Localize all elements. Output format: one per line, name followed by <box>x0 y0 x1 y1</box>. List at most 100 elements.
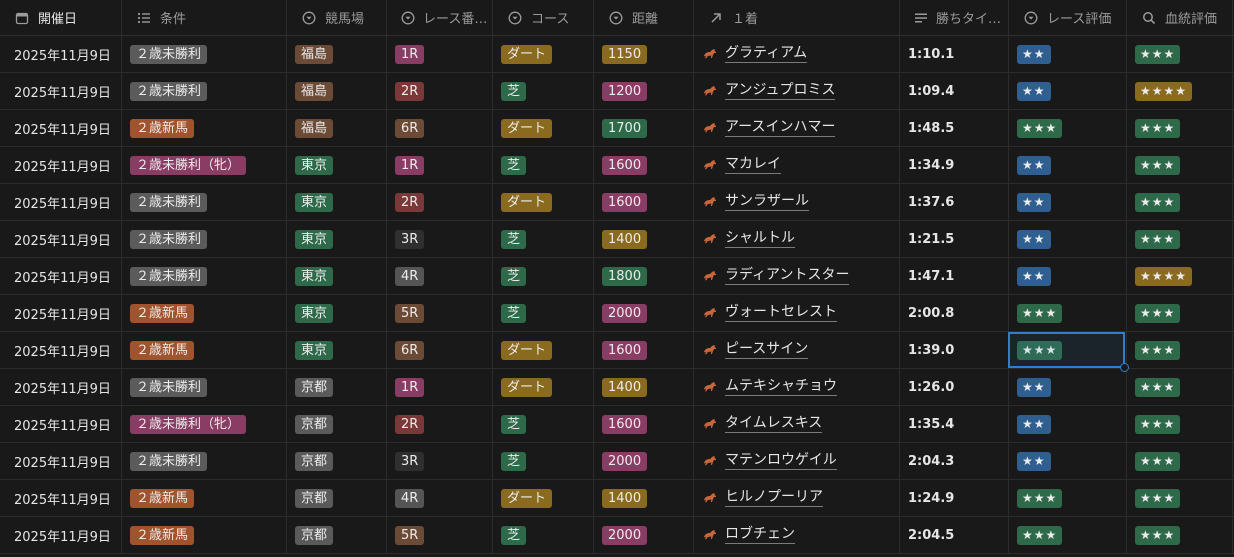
distance-cell[interactable]: 1600 <box>594 332 694 368</box>
race-number-cell[interactable]: 1R <box>387 36 493 72</box>
column-header-distance[interactable]: 距離 <box>594 0 694 35</box>
fill-handle[interactable] <box>1120 363 1129 372</box>
time-cell[interactable]: 1:37.6 <box>900 184 1009 220</box>
date-cell[interactable]: 2025年11月9日 <box>0 221 122 257</box>
winner-link[interactable]: マテンロウゲイル <box>725 452 837 470</box>
race-number-cell[interactable]: 6R <box>387 110 493 146</box>
condition-cell[interactable]: ２歳未勝利 <box>122 184 287 220</box>
race-eval-cell[interactable]: ★★★ <box>1009 480 1127 516</box>
table-row[interactable]: 2025年11月9日 ２歳未勝利 京都 1R ダート 1400 ムテキシャチョウ 1:26.0… <box>0 369 1234 406</box>
distance-cell[interactable]: 1600 <box>594 147 694 183</box>
column-header-date[interactable]: 開催日 <box>0 0 122 35</box>
table-row[interactable]: 2025年11月9日 ２歳未勝利 福島 2R 芝 1200 アンジュプロミス 1:09.4 ★★… <box>0 73 1234 110</box>
track-cell[interactable]: 福島 <box>287 73 387 109</box>
winner-link[interactable]: アースインハマー <box>725 119 836 137</box>
track-cell[interactable]: 東京 <box>287 221 387 257</box>
condition-cell[interactable]: ２歳新馬 <box>122 480 287 516</box>
blood-eval-cell[interactable]: ★★★ <box>1127 332 1233 368</box>
winner-cell[interactable]: ロブチェン <box>694 517 900 553</box>
date-cell[interactable]: 2025年11月9日 <box>0 406 122 442</box>
condition-cell[interactable]: ２歳未勝利 <box>122 221 287 257</box>
blood-eval-cell[interactable]: ★★★ <box>1127 221 1233 257</box>
column-header-track[interactable]: 競馬場 <box>287 0 387 35</box>
date-cell[interactable]: 2025年11月9日 <box>0 147 122 183</box>
blood-eval-cell[interactable]: ★★★ <box>1127 184 1233 220</box>
winner-link[interactable]: タイムレスキス <box>725 415 823 433</box>
time-cell[interactable]: 1:24.9 <box>900 480 1009 516</box>
winner-cell[interactable]: グラティアム <box>694 36 900 72</box>
column-header-race[interactable]: レース番… <box>387 0 493 35</box>
race-eval-cell[interactable]: ★★ <box>1009 258 1127 294</box>
time-cell[interactable]: 1:35.4 <box>900 406 1009 442</box>
distance-cell[interactable]: 1600 <box>594 406 694 442</box>
winner-cell[interactable]: マカレイ <box>694 147 900 183</box>
distance-cell[interactable]: 1150 <box>594 36 694 72</box>
winner-cell[interactable]: ヒルノプーリア <box>694 480 900 516</box>
date-cell[interactable]: 2025年11月9日 <box>0 443 122 479</box>
race-number-cell[interactable]: 2R <box>387 406 493 442</box>
winner-link[interactable]: アンジュプロミス <box>725 82 836 100</box>
track-cell[interactable]: 福島 <box>287 36 387 72</box>
track-cell[interactable]: 京都 <box>287 369 387 405</box>
course-cell[interactable]: ダート <box>493 110 594 146</box>
condition-cell[interactable]: ２歳未勝利 <box>122 36 287 72</box>
time-cell[interactable]: 1:34.9 <box>900 147 1009 183</box>
time-cell[interactable]: 1:10.1 <box>900 36 1009 72</box>
date-cell[interactable]: 2025年11月9日 <box>0 36 122 72</box>
winner-link[interactable]: ラディアントスター <box>725 267 850 285</box>
condition-cell[interactable]: ２歳未勝利（牝） <box>122 147 287 183</box>
table-row[interactable]: 2025年11月9日 ２歳新馬 東京 5R 芝 2000 ヴォートセレスト 2:00.8 ★★★… <box>0 295 1234 332</box>
column-header-race-eval[interactable]: レース評価 <box>1009 0 1127 35</box>
track-cell[interactable]: 京都 <box>287 406 387 442</box>
race-eval-cell[interactable]: ★★ <box>1009 147 1127 183</box>
race-eval-cell[interactable]: ★★ <box>1009 36 1127 72</box>
course-cell[interactable]: ダート <box>493 332 594 368</box>
distance-cell[interactable]: 1400 <box>594 221 694 257</box>
race-number-cell[interactable]: 1R <box>387 147 493 183</box>
race-number-cell[interactable]: 3R <box>387 443 493 479</box>
column-header-course[interactable]: コース <box>493 0 594 35</box>
time-cell[interactable]: 2:00.8 <box>900 295 1009 331</box>
course-cell[interactable]: ダート <box>493 480 594 516</box>
table-row[interactable]: 2025年11月9日 ２歳未勝利（牝） 京都 2R 芝 1600 タイムレスキス 1:35.4… <box>0 406 1234 443</box>
date-cell[interactable]: 2025年11月9日 <box>0 369 122 405</box>
distance-cell[interactable]: 2000 <box>594 443 694 479</box>
time-cell[interactable]: 1:21.5 <box>900 221 1009 257</box>
winner-link[interactable]: サンラザール <box>725 193 809 211</box>
column-header-condition[interactable]: 条件 <box>122 0 287 35</box>
course-cell[interactable]: 芝 <box>493 258 594 294</box>
time-cell[interactable]: 2:04.5 <box>900 517 1009 553</box>
distance-cell[interactable]: 1700 <box>594 110 694 146</box>
date-cell[interactable]: 2025年11月9日 <box>0 73 122 109</box>
track-cell[interactable]: 京都 <box>287 517 387 553</box>
winner-link[interactable]: グラティアム <box>725 45 808 63</box>
race-number-cell[interactable]: 2R <box>387 73 493 109</box>
race-number-cell[interactable]: 1R <box>387 369 493 405</box>
winner-link[interactable]: マカレイ <box>725 156 781 174</box>
condition-cell[interactable]: ２歳新馬 <box>122 332 287 368</box>
blood-eval-cell[interactable]: ★★★★ <box>1127 258 1233 294</box>
winner-cell[interactable]: ヴォートセレスト <box>694 295 900 331</box>
blood-eval-cell[interactable]: ★★★★ <box>1127 73 1233 109</box>
blood-eval-cell[interactable]: ★★★ <box>1127 36 1233 72</box>
course-cell[interactable]: 芝 <box>493 406 594 442</box>
table-row[interactable]: 2025年11月9日 ２歳未勝利 京都 3R 芝 2000 マテンロウゲイル 2:04.3 ★★… <box>0 443 1234 480</box>
track-cell[interactable]: 京都 <box>287 480 387 516</box>
course-cell[interactable]: 芝 <box>493 295 594 331</box>
condition-cell[interactable]: ２歳新馬 <box>122 295 287 331</box>
condition-cell[interactable]: ２歳未勝利（牝） <box>122 406 287 442</box>
race-number-cell[interactable]: 4R <box>387 258 493 294</box>
table-row[interactable]: 2025年11月9日 ２歳未勝利（牝） 東京 1R 芝 1600 マカレイ 1:34.9 ★★ ★… <box>0 147 1234 184</box>
time-cell[interactable]: 2:04.3 <box>900 443 1009 479</box>
time-cell[interactable]: 1:39.0 <box>900 332 1009 368</box>
course-cell[interactable]: ダート <box>493 36 594 72</box>
blood-eval-cell[interactable]: ★★★ <box>1127 110 1233 146</box>
track-cell[interactable]: 東京 <box>287 147 387 183</box>
winner-link[interactable]: ムテキシャチョウ <box>725 378 837 396</box>
race-number-cell[interactable]: 5R <box>387 517 493 553</box>
table-row[interactable]: 2025年11月9日 ２歳未勝利 福島 1R ダート 1150 グラティアム 1:10.1 ★★… <box>0 36 1234 73</box>
winner-cell[interactable]: シャルトル <box>694 221 900 257</box>
course-cell[interactable]: 芝 <box>493 517 594 553</box>
race-eval-cell[interactable]: ★★ <box>1009 369 1127 405</box>
blood-eval-cell[interactable]: ★★★ <box>1127 443 1233 479</box>
